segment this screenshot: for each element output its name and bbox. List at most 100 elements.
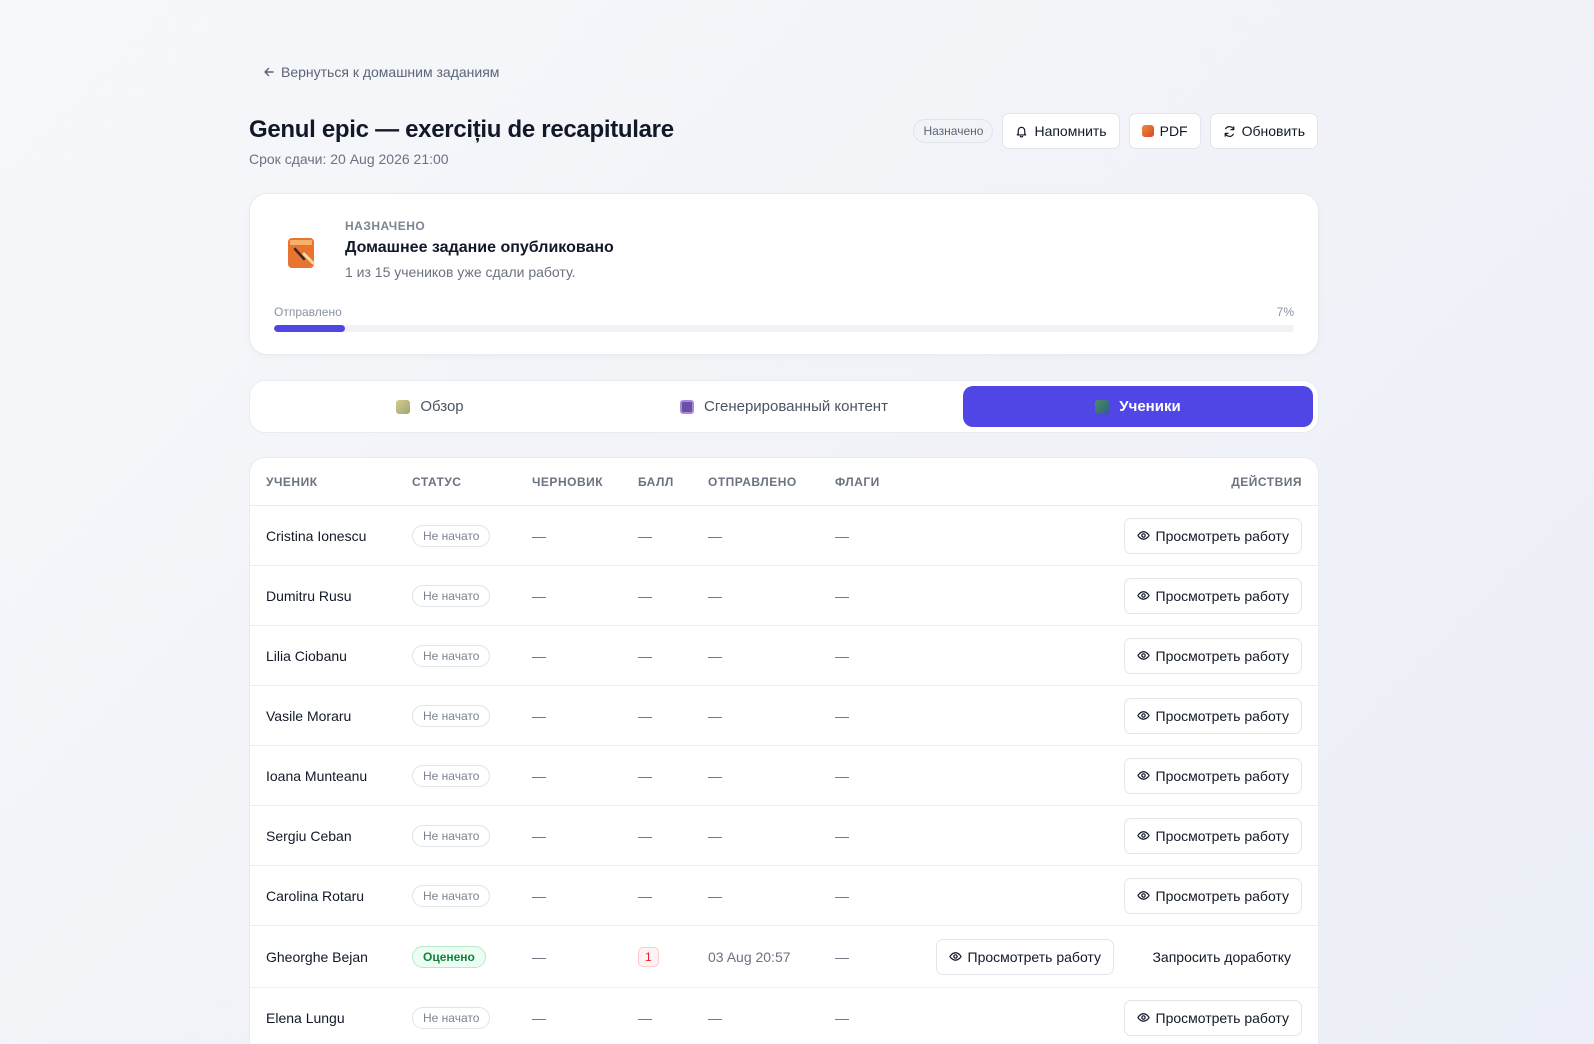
view-work-button[interactable]: Просмотреть работу bbox=[935, 938, 1114, 975]
status-badge: Не начато bbox=[412, 524, 491, 547]
progress-label: Отправлено bbox=[274, 305, 342, 319]
status-badge: Не начато bbox=[412, 824, 491, 847]
table-row: Cristina Ionescu Не начато — — — — Просм… bbox=[250, 506, 1318, 566]
view-work-label: Просмотреть работу bbox=[967, 948, 1102, 965]
sent-value: — bbox=[708, 1009, 722, 1026]
refresh-button[interactable]: Обновить bbox=[1209, 113, 1318, 149]
view-work-label: Просмотреть работу bbox=[1155, 827, 1290, 844]
sent-value: 03 Aug 20:57 bbox=[708, 948, 791, 965]
status-badge: Не начато bbox=[412, 884, 491, 907]
view-work-button[interactable]: Просмотреть работу bbox=[1123, 877, 1302, 914]
draft-value: — bbox=[532, 767, 546, 784]
remind-label: Напомнить bbox=[1034, 123, 1107, 139]
view-work-label: Просмотреть работу bbox=[1155, 1009, 1290, 1026]
sent-value: — bbox=[708, 707, 722, 724]
sent-value: — bbox=[708, 647, 722, 664]
table-row: Elena Lungu Не начато — — — — Просмотрет… bbox=[250, 988, 1318, 1044]
column-flags: ФЛАГИ bbox=[835, 475, 880, 489]
score-value: — bbox=[638, 887, 652, 904]
flags-value: — bbox=[835, 1009, 849, 1026]
pdf-icon bbox=[1141, 125, 1154, 137]
back-link[interactable]: Вернуться к домашним заданиям bbox=[263, 64, 499, 80]
sent-value: — bbox=[708, 527, 722, 544]
view-work-button[interactable]: Просмотреть работу bbox=[1123, 999, 1302, 1036]
view-work-label: Просмотреть работу bbox=[1155, 707, 1290, 724]
score-value: — bbox=[638, 527, 652, 544]
eye-icon bbox=[1136, 711, 1150, 720]
tab-label: Ученики bbox=[1119, 398, 1181, 415]
view-work-button[interactable]: Просмотреть работу bbox=[1123, 817, 1302, 854]
tab-students[interactable]: Ученики bbox=[963, 386, 1313, 427]
eye-icon bbox=[1136, 891, 1150, 900]
flags-value: — bbox=[835, 948, 849, 965]
eye-icon bbox=[1136, 591, 1150, 600]
draft-value: — bbox=[532, 827, 546, 844]
table-row: Carolina Rotaru Не начато — — — — Просмо… bbox=[250, 866, 1318, 926]
request-rework-button[interactable]: Запросить доработку bbox=[1152, 949, 1291, 965]
table-row: Sergiu Ceban Не начато — — — — Просмотре… bbox=[250, 806, 1318, 866]
eye-icon bbox=[1136, 1013, 1150, 1022]
score-value: — bbox=[638, 707, 652, 724]
notebook-icon bbox=[288, 238, 315, 268]
eye-icon bbox=[1136, 831, 1150, 840]
view-work-button[interactable]: Просмотреть работу bbox=[1123, 577, 1302, 614]
progress-track bbox=[274, 325, 1294, 332]
eye-icon bbox=[1136, 651, 1150, 660]
student-name: Carolina Rotaru bbox=[266, 887, 365, 904]
student-name: Elena Lungu bbox=[266, 1009, 345, 1026]
refresh-icon bbox=[1224, 125, 1234, 137]
back-link-label: Вернуться к домашним заданиям bbox=[281, 64, 500, 80]
due-date: Срок сдачи: 20 Aug 2026 21:00 bbox=[249, 151, 449, 167]
arrow-left-icon bbox=[264, 67, 274, 77]
eye-icon bbox=[948, 952, 962, 961]
view-work-label: Просмотреть работу bbox=[1155, 527, 1290, 544]
header-actions: Назначено Напомнить PDF Обновить bbox=[913, 113, 1318, 149]
table-row: Vasile Moraru Не начато — — — — Просмотр… bbox=[250, 686, 1318, 746]
draft-value: — bbox=[532, 1009, 546, 1026]
table-row: Ioana Munteanu Не начато — — — — Просмот… bbox=[250, 746, 1318, 806]
draft-value: — bbox=[532, 527, 546, 544]
column-draft: ЧЕРНОВИК bbox=[532, 475, 604, 489]
sent-value: — bbox=[708, 767, 722, 784]
column-score: БАЛЛ bbox=[638, 475, 674, 489]
student-name: Cristina Ionescu bbox=[266, 527, 367, 544]
view-work-label: Просмотреть работу bbox=[1155, 587, 1290, 604]
status-badge: Оценено bbox=[412, 945, 486, 968]
view-work-button[interactable]: Просмотреть работу bbox=[1123, 697, 1302, 734]
table-header: УЧЕНИК СТАТУС ЧЕРНОВИК БАЛЛ ОТПРАВЛЕНО Ф… bbox=[250, 458, 1318, 506]
pdf-button[interactable]: PDF bbox=[1128, 113, 1201, 149]
eye-icon bbox=[1136, 531, 1150, 540]
students-icon bbox=[1095, 399, 1110, 414]
view-work-label: Просмотреть работу bbox=[1155, 887, 1290, 904]
score-value: — bbox=[638, 1009, 652, 1026]
table-row: Gheorghe Bejan Оценено — 1 03 Aug 20:57 … bbox=[250, 926, 1318, 988]
view-work-label: Просмотреть работу bbox=[1155, 767, 1290, 784]
status-badge: Назначено bbox=[913, 119, 994, 143]
tab-generated-content[interactable]: Сгенерированный контент bbox=[609, 386, 959, 427]
flags-value: — bbox=[835, 827, 849, 844]
flags-value: — bbox=[835, 527, 849, 544]
eye-icon bbox=[1136, 771, 1150, 780]
remind-button[interactable]: Напомнить bbox=[1002, 113, 1120, 149]
status-badge: Не начато bbox=[412, 584, 491, 607]
column-sent: ОТПРАВЛЕНО bbox=[708, 475, 797, 489]
sent-value: — bbox=[708, 587, 722, 604]
sent-value: — bbox=[708, 827, 722, 844]
refresh-label: Обновить bbox=[1241, 123, 1305, 139]
column-status: СТАТУС bbox=[412, 475, 462, 489]
tab-bar: Обзор Сгенерированный контент Ученики bbox=[249, 380, 1319, 433]
generated-content-icon bbox=[680, 399, 695, 414]
flags-value: — bbox=[835, 887, 849, 904]
student-name: Lilia Ciobanu bbox=[266, 647, 347, 664]
status-badge: Не начато bbox=[412, 764, 491, 787]
flags-value: — bbox=[835, 767, 849, 784]
view-work-button[interactable]: Просмотреть работу bbox=[1123, 517, 1302, 554]
student-name: Sergiu Ceban bbox=[266, 827, 352, 844]
tab-overview[interactable]: Обзор bbox=[255, 386, 605, 427]
tab-label: Обзор bbox=[420, 398, 464, 415]
tab-label: Сгенерированный контент bbox=[704, 398, 888, 415]
view-work-button[interactable]: Просмотреть работу bbox=[1123, 637, 1302, 674]
student-name: Gheorghe Bejan bbox=[266, 948, 368, 965]
view-work-button[interactable]: Просмотреть работу bbox=[1123, 757, 1302, 794]
score-value: — bbox=[638, 587, 652, 604]
